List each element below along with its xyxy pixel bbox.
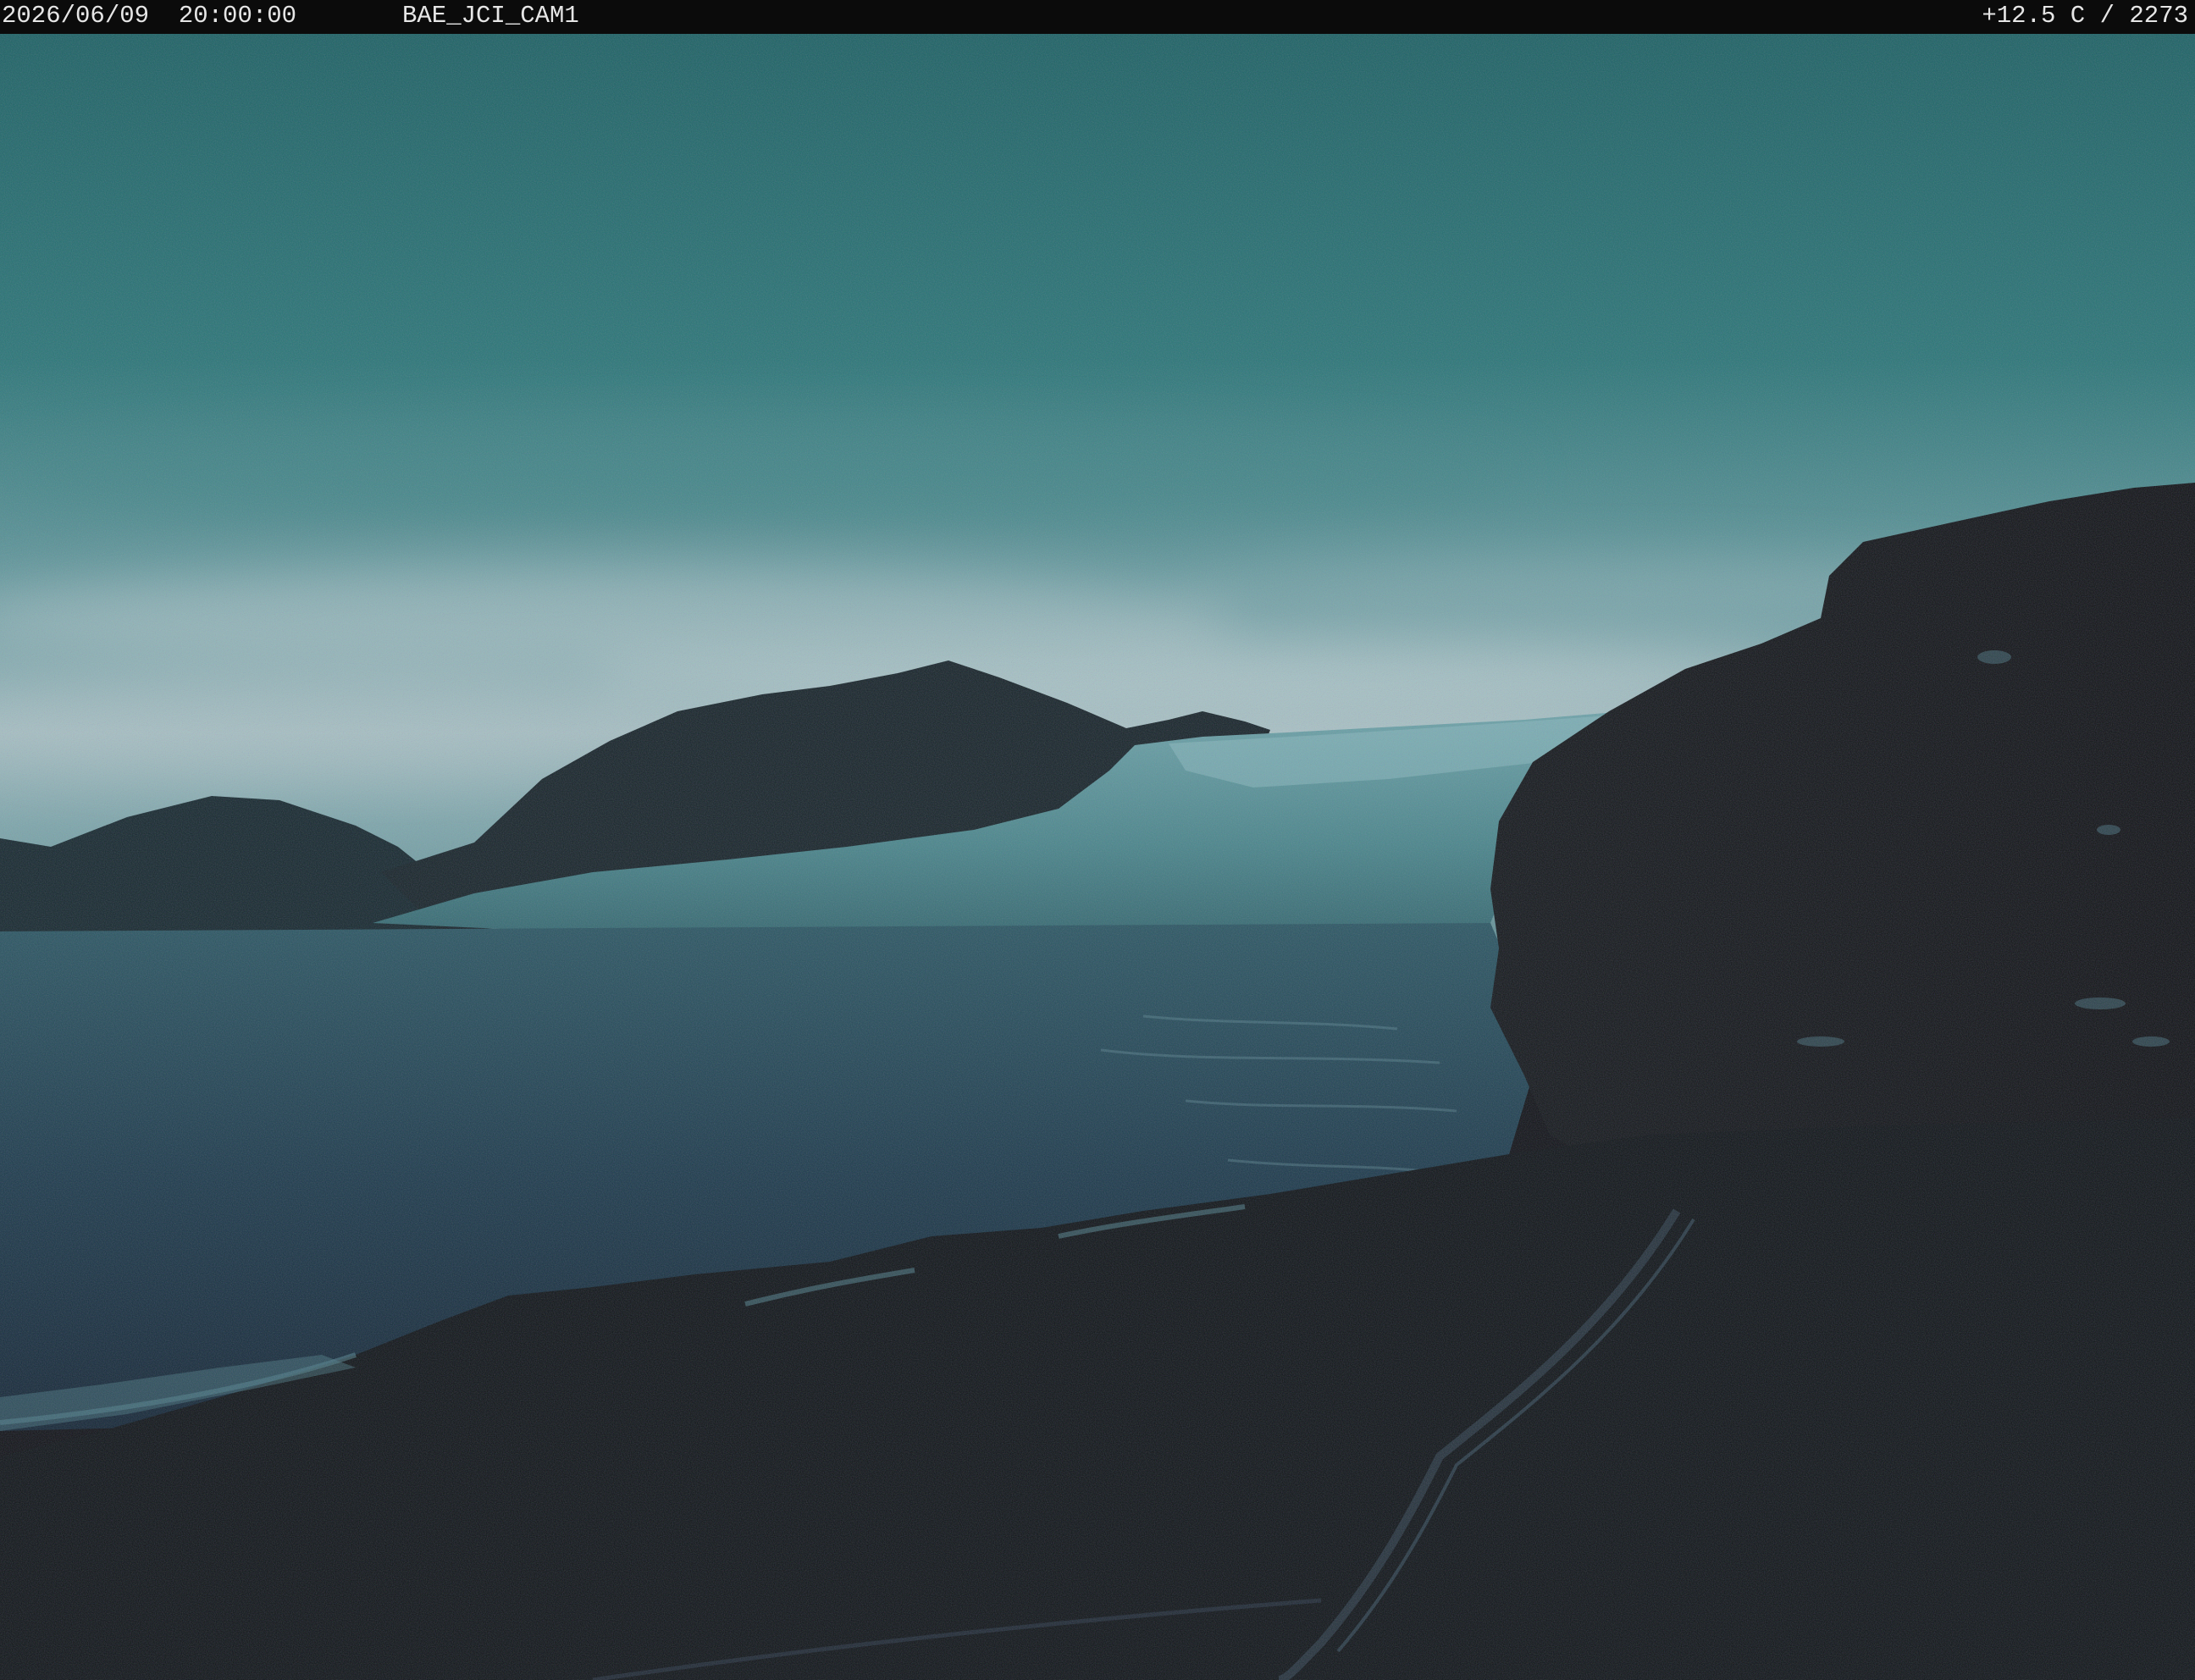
webcam-frame: 2026/06/09 20:00:00 BAE_JCI_CAM1 +12.5 C… [0, 0, 2195, 1680]
landscape-photo [0, 34, 2195, 1680]
capture-datetime: 2026/06/09 20:00:00 [2, 2, 297, 30]
sensor-readout: +12.5 C / 2273 [1982, 2, 2188, 30]
camera-id: BAE_JCI_CAM1 [402, 2, 579, 30]
sensor-noise [0, 34, 2195, 1680]
timestamp-overlay-bar: 2026/06/09 20:00:00 BAE_JCI_CAM1 +12.5 C… [0, 0, 2195, 34]
